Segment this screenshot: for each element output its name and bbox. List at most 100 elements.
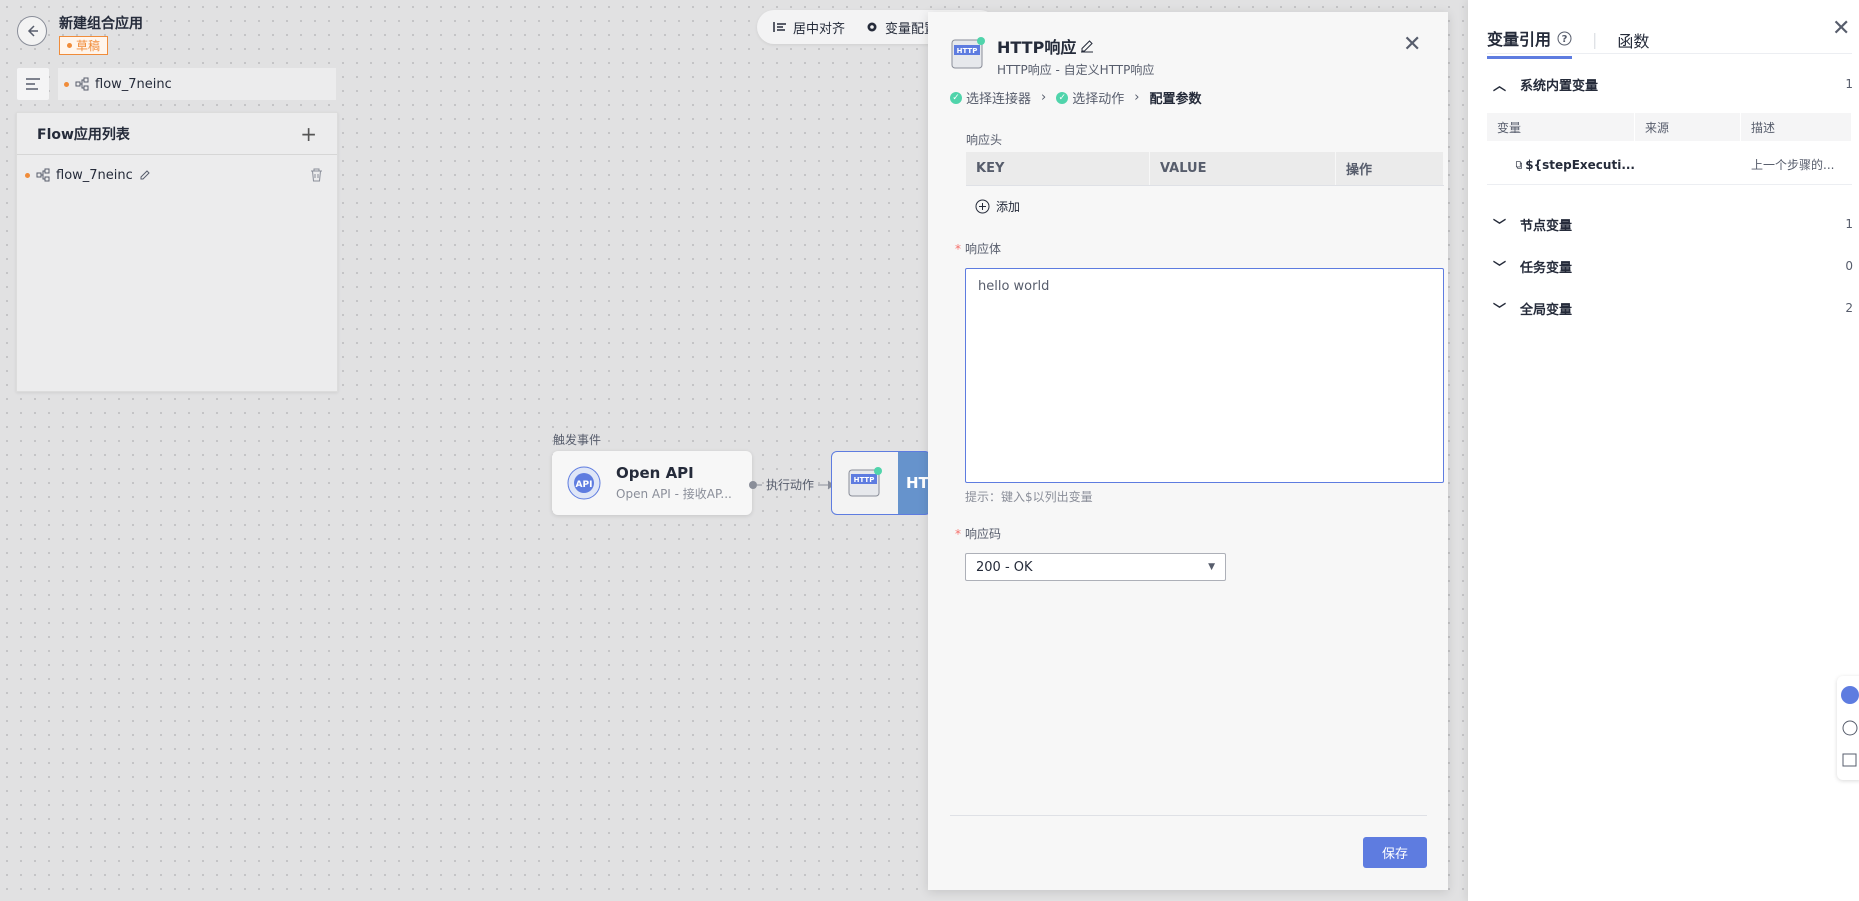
- group-count: 0: [1845, 259, 1853, 273]
- var-config-button[interactable]: 变量配置: [865, 18, 937, 37]
- group-count: 2: [1845, 301, 1853, 315]
- chevron-up-icon: ︿: [1493, 78, 1507, 94]
- tab-label: 函数: [1617, 31, 1650, 51]
- step-select-connector[interactable]: ✓ 选择连接器: [950, 88, 1031, 107]
- flow-tab[interactable]: flow_7neinc: [58, 68, 336, 100]
- open-api-node[interactable]: API Open API Open API - 接收AP...: [552, 451, 752, 515]
- chevron-down-icon: ﹀: [1493, 218, 1507, 234]
- column-value: VALUE: [1150, 152, 1336, 185]
- floating-help-bar: [1837, 676, 1859, 780]
- connector-dot-icon: [749, 480, 762, 489]
- column-variable: 变量: [1487, 113, 1635, 141]
- group-count: 1: [1845, 217, 1853, 231]
- chevron-right-icon: ›: [1134, 90, 1140, 105]
- menu-icon: [26, 78, 40, 90]
- gear-icon: [867, 22, 877, 32]
- chevron-down-icon: ﹀: [1493, 302, 1507, 318]
- tab-label: 变量引用: [1487, 30, 1552, 49]
- variable-desc: 上一个步骤的...: [1751, 158, 1835, 172]
- edit-icon[interactable]: [1080, 39, 1094, 53]
- headers-table-header: KEY VALUE 操作: [966, 152, 1444, 186]
- variable-tabs: 变量引用 ? | 函数: [1487, 26, 1649, 59]
- list-item-label: flow_7neinc: [56, 167, 133, 183]
- svg-text:?: ?: [1562, 34, 1568, 45]
- unsaved-dot: [25, 172, 30, 178]
- group-label: 节点变量: [1520, 218, 1573, 234]
- flow-list-title: Flow应用列表: [37, 126, 130, 143]
- connector[interactable]: 执行动作: [748, 476, 836, 493]
- arrow-left-icon: [27, 25, 38, 37]
- node-title: Open API: [616, 464, 694, 482]
- align-center-icon: [773, 22, 786, 32]
- support-icon[interactable]: [1841, 686, 1859, 704]
- group-label: 任务变量: [1520, 260, 1573, 276]
- footer-divider: [950, 815, 1427, 816]
- response-body-label-text: 响应体: [965, 242, 1002, 256]
- app-title: 新建组合应用: [59, 16, 143, 32]
- back-button[interactable]: [17, 16, 47, 46]
- http-response-node[interactable]: HTTP HT: [831, 451, 931, 515]
- step-config-params[interactable]: 配置参数: [1149, 88, 1201, 107]
- group-task-vars[interactable]: ﹀ 任务变量 0: [1493, 254, 1853, 278]
- column-key: KEY: [966, 152, 1150, 185]
- group-global-vars[interactable]: ﹀ 全局变量 2: [1493, 296, 1853, 320]
- flow-icon: [36, 168, 50, 182]
- panel-title-row: HTTP响应: [997, 34, 1094, 58]
- response-body-textarea[interactable]: hello world: [965, 268, 1444, 483]
- response-body-label: * 响应体: [955, 240, 1001, 257]
- response-code-label: * 响应码: [955, 525, 1001, 542]
- response-headers-label: 响应头: [966, 133, 1003, 147]
- required-mark: *: [955, 527, 961, 541]
- column-source: 来源: [1635, 113, 1741, 141]
- http-panel-icon: HTTP: [951, 37, 985, 69]
- api-icon-text: API: [576, 480, 593, 490]
- flow-list-panel: Flow应用列表 + flow_7neinc: [16, 112, 338, 392]
- status-badge: 草稿: [59, 36, 109, 55]
- save-button[interactable]: 保存: [1363, 837, 1427, 868]
- center-align-button[interactable]: 居中对齐: [773, 18, 845, 37]
- http-panel-icon-text: HTTP: [957, 47, 978, 55]
- list-item[interactable]: flow_7neinc: [17, 155, 337, 195]
- step-breadcrumb: ✓ 选择连接器 › ✓ 选择动作 › 配置参数: [950, 88, 1201, 107]
- status-dot: [67, 43, 72, 48]
- step-select-action[interactable]: ✓ 选择动作: [1056, 88, 1124, 107]
- check-icon: ✓: [950, 91, 962, 104]
- group-node-vars[interactable]: ﹀ 节点变量 1: [1493, 212, 1853, 236]
- tab-variable-ref[interactable]: 变量引用 ?: [1487, 26, 1573, 59]
- panel-subtitle: HTTP响应 - 自定义HTTP响应: [997, 63, 1155, 77]
- column-action: 操作: [1336, 152, 1444, 185]
- tabs-divider: [1487, 53, 1852, 54]
- column-desc: 描述: [1741, 113, 1852, 141]
- select-value: 200 - OK: [976, 559, 1033, 575]
- flow-tab-label: flow_7neinc: [95, 76, 172, 92]
- add-flow-icon[interactable]: +: [300, 124, 317, 144]
- close-icon[interactable]: ✕: [1403, 34, 1421, 56]
- add-header-button[interactable]: 添加: [975, 198, 1020, 215]
- status-text: 草稿: [76, 39, 101, 53]
- feedback-icon[interactable]: [1842, 752, 1858, 768]
- group-system-vars[interactable]: ︿ 系统内置变量 1: [1493, 72, 1853, 96]
- add-label: 添加: [996, 200, 1021, 214]
- group-label: 全局变量: [1520, 302, 1573, 318]
- required-mark: *: [955, 242, 961, 256]
- center-align-label: 居中对齐: [793, 21, 846, 37]
- caret-down-icon: ▼: [1208, 562, 1215, 572]
- close-icon[interactable]: ✕: [1832, 18, 1850, 40]
- chevron-right-icon: ›: [1041, 90, 1047, 105]
- response-code-select[interactable]: 200 - OK ▼: [965, 553, 1226, 581]
- response-code-label-text: 响应码: [965, 527, 1002, 541]
- trigger-label: 触发事件: [553, 433, 602, 447]
- menu-button[interactable]: [17, 68, 49, 100]
- group-label: 系统内置变量: [1520, 78, 1599, 94]
- help-icon[interactable]: ?: [1557, 31, 1572, 46]
- edit-icon[interactable]: [139, 169, 151, 181]
- check-icon: ✓: [1056, 91, 1069, 104]
- chevron-down-icon: ﹀: [1493, 260, 1507, 276]
- step-label: 选择动作: [1072, 92, 1125, 107]
- table-row[interactable]: ${stepExecuti... 上一个步骤的...: [1487, 145, 1852, 185]
- step-label: 配置参数: [1149, 92, 1202, 107]
- api-icon: API: [567, 466, 601, 500]
- question-icon[interactable]: [1842, 720, 1858, 736]
- copy-icon[interactable]: [1515, 159, 1522, 171]
- delete-icon[interactable]: [310, 168, 323, 182]
